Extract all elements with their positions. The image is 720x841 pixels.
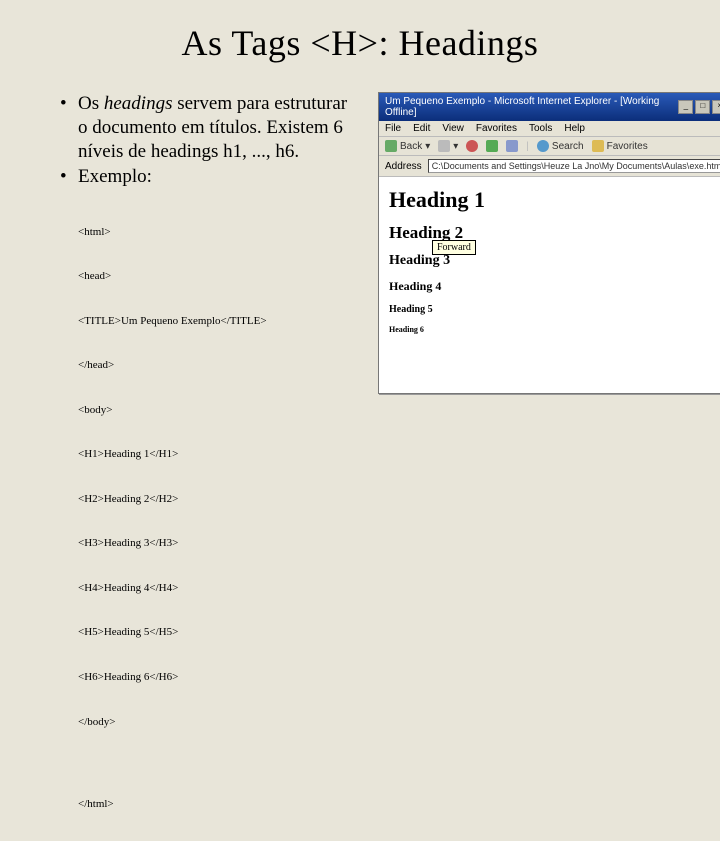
forward-tooltip: Forward — [432, 240, 476, 255]
code-line: </html> — [78, 797, 360, 812]
ie-menubar: File Edit View Favorites Tools Help — [379, 121, 720, 137]
star-icon — [592, 140, 604, 152]
address-input[interactable]: C:\Documents and Settings\Heuze La Jno\M… — [428, 159, 720, 173]
rendered-h3: Heading 3 — [389, 253, 720, 269]
menu-help[interactable]: Help — [564, 123, 585, 134]
code-line: <H6>Heading 6</H6> — [78, 670, 360, 685]
code-block: <html> <head> <TITLE>Um Pequeno Exemplo<… — [78, 195, 360, 841]
address-label: Address — [385, 161, 422, 172]
bullet1-em: headings — [104, 93, 173, 114]
left-column: Os headings servem para estruturar o doc… — [60, 92, 360, 841]
rendered-h4: Heading 4 — [389, 279, 720, 294]
close-button[interactable]: × — [712, 100, 720, 114]
ie-toolbar: Back ▾ ▾ | Search Favorites — [379, 137, 720, 156]
search-label: Search — [552, 141, 584, 152]
search-icon — [537, 140, 549, 152]
minimize-button[interactable]: _ — [678, 100, 693, 114]
code-line: </body> — [78, 715, 360, 730]
maximize-button[interactable]: □ — [695, 100, 710, 114]
back-button[interactable]: Back ▾ — [385, 140, 430, 152]
content-row: Os headings servem para estruturar o doc… — [0, 92, 720, 841]
search-button[interactable]: Search — [537, 140, 584, 152]
code-line: <H4>Heading 4</H4> — [78, 581, 360, 596]
menu-file[interactable]: File — [385, 123, 401, 134]
code-line: <H2>Heading 2</H2> — [78, 492, 360, 507]
window-buttons: _ □ × — [678, 100, 720, 114]
bullet-2: Exemplo: — [60, 165, 360, 189]
ie-window: Um Pequeno Exemplo - Microsoft Internet … — [378, 92, 720, 394]
bullet-1: Os headings servem para estruturar o doc… — [60, 92, 360, 163]
code-line: <H3>Heading 3</H3> — [78, 536, 360, 551]
code-line: </head> — [78, 358, 360, 373]
back-icon — [385, 140, 397, 152]
rendered-h1: Heading 1 — [389, 187, 720, 213]
ie-title-text: Um Pequeno Exemplo - Microsoft Internet … — [385, 96, 678, 118]
ie-viewport: Heading 1 Heading 2 Heading 3 Heading 4 … — [379, 177, 720, 348]
ie-titlebar: Um Pequeno Exemplo - Microsoft Internet … — [379, 93, 720, 121]
code-line: <H1>Heading 1</H1> — [78, 447, 360, 462]
forward-icon — [438, 140, 450, 152]
stop-icon — [466, 140, 478, 152]
stop-button[interactable] — [466, 140, 478, 152]
code-line: <body> — [78, 403, 360, 418]
code-line: <head> — [78, 269, 360, 284]
home-icon — [506, 140, 518, 152]
rendered-h5: Heading 5 — [389, 304, 720, 315]
back-label: Back — [400, 141, 422, 152]
favorites-label: Favorites — [607, 141, 648, 152]
code-line: <H5>Heading 5</H5> — [78, 625, 360, 640]
rendered-h6: Heading 6 — [389, 325, 720, 334]
ie-addressbar: Address C:\Documents and Settings\Heuze … — [379, 156, 720, 177]
forward-button[interactable]: ▾ — [438, 140, 458, 152]
code-line: <TITLE>Um Pequeno Exemplo</TITLE> — [78, 314, 360, 329]
bullet1-pre: Os — [78, 93, 104, 114]
home-button[interactable] — [506, 140, 518, 152]
code-line: <html> — [78, 225, 360, 240]
menu-favorites[interactable]: Favorites — [476, 123, 517, 134]
refresh-button[interactable] — [486, 140, 498, 152]
menu-edit[interactable]: Edit — [413, 123, 430, 134]
favorites-button[interactable]: Favorites — [592, 140, 648, 152]
menu-tools[interactable]: Tools — [529, 123, 552, 134]
slide-title: As Tags <H>: Headings — [0, 22, 720, 64]
refresh-icon — [486, 140, 498, 152]
menu-view[interactable]: View — [442, 123, 464, 134]
